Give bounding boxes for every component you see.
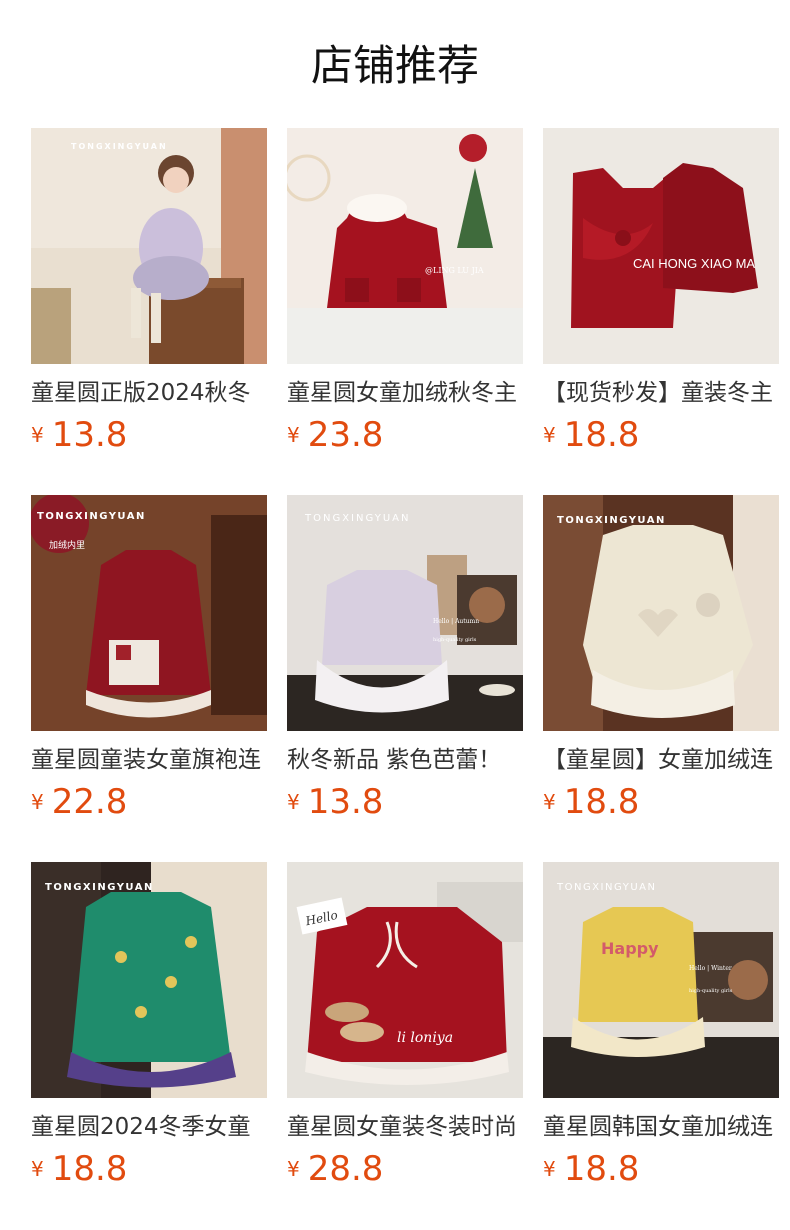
product-card[interactable]: TONGXINGYUAN 【童星圆】女童加绒连 ¥18.8 (543, 495, 779, 835)
image-watermark: TONGXINGYUAN (45, 882, 154, 893)
price-value: 18.8 (51, 1149, 128, 1189)
image-watermark: TONGXINGYUAN (557, 515, 666, 526)
currency-symbol: ¥ (287, 423, 300, 447)
currency-symbol: ¥ (543, 423, 556, 447)
product-price: ¥18.8 (543, 780, 639, 824)
image-caption: Hello | Winter (689, 965, 732, 972)
product-image[interactable]: @LING LU JIA (287, 128, 523, 364)
image-watermark: @LING LU JIA (425, 266, 484, 275)
image-badge-text: 加绒内里 (49, 539, 85, 551)
price-value: 13.8 (51, 415, 128, 455)
currency-symbol: ¥ (543, 1157, 556, 1181)
image-watermark: TONGXINGYUAN (37, 511, 146, 522)
product-image[interactable]: CAI HONG XIAO MA (543, 128, 779, 364)
price-value: 23.8 (307, 415, 384, 455)
product-image[interactable]: TONGXINGYUAN (31, 128, 267, 364)
image-watermark: TONGXINGYUAN (304, 513, 411, 524)
image-watermark: CAI HONG XIAO MA (633, 256, 755, 271)
product-price: ¥13.8 (31, 413, 127, 457)
currency-symbol: ¥ (31, 1157, 44, 1181)
currency-symbol: ¥ (543, 790, 556, 814)
price-value: 28.8 (307, 1149, 384, 1189)
product-image[interactable]: Happy TONGXINGYUAN Hello | Winter high-q… (543, 862, 779, 1098)
price-value: 18.8 (563, 415, 640, 455)
currency-symbol: ¥ (31, 790, 44, 814)
product-image[interactable]: TONGXINGYUAN Hello | Autumn high-quality… (287, 495, 523, 731)
product-image[interactable]: Hello li loniya (287, 862, 523, 1098)
product-image[interactable]: TONGXINGYUAN (543, 495, 779, 731)
product-name[interactable]: 【童星圆】女童加绒连 (543, 743, 779, 777)
image-watermark: TONGXINGYUAN (71, 142, 168, 151)
image-watermark: li loniya (397, 1030, 453, 1046)
product-name[interactable]: 童星圆童装女童旗袍连 (31, 743, 267, 777)
product-card[interactable]: @LING LU JIA 童星圆女童加绒秋冬主 ¥23.8 (287, 128, 523, 468)
product-name[interactable]: 秋冬新品 紫色芭蕾！ (287, 743, 523, 777)
image-caption: high-quality girls (689, 988, 733, 994)
product-image[interactable]: TONGXINGYUAN (31, 862, 267, 1098)
currency-symbol: ¥ (287, 790, 300, 814)
image-watermark: TONGXINGYUAN (556, 882, 657, 893)
product-name[interactable]: 童星圆正版2024秋冬 (31, 376, 267, 410)
product-card[interactable]: TONGXINGYUAN 童星圆正版2024秋冬 ¥13.8 (31, 128, 267, 468)
product-price: ¥22.8 (31, 780, 127, 824)
product-name[interactable]: 童星圆女童装冬装时尚 (287, 1110, 523, 1144)
price-value: 18.8 (563, 782, 640, 822)
product-card[interactable]: TONGXINGYUAN Hello | Autumn high-quality… (287, 495, 523, 835)
product-price: ¥28.8 (287, 1147, 383, 1191)
product-price: ¥18.8 (543, 413, 639, 457)
section-title: 店铺推荐 (310, 41, 479, 90)
product-name[interactable]: 童星圆韩国女童加绒连 (543, 1110, 779, 1144)
product-name[interactable]: 童星圆女童加绒秋冬主 (287, 376, 523, 410)
price-value: 13.8 (307, 782, 384, 822)
image-caption: Hello | Autumn (433, 618, 479, 625)
product-card[interactable]: Happy TONGXINGYUAN Hello | Winter high-q… (543, 862, 779, 1202)
product-price: ¥18.8 (543, 1147, 639, 1191)
product-card[interactable]: TONGXINGYUAN 加绒内里 童星圆童装女童旗袍连 ¥22.8 (31, 495, 267, 835)
currency-symbol: ¥ (31, 423, 44, 447)
currency-symbol: ¥ (287, 1157, 300, 1181)
product-name[interactable]: 童星圆2024冬季女童 (31, 1110, 267, 1144)
product-card[interactable]: Hello li loniya 童星圆女童装冬装时尚 ¥28.8 (287, 862, 523, 1202)
price-value: 22.8 (51, 782, 128, 822)
product-price: ¥18.8 (31, 1147, 127, 1191)
price-value: 18.8 (563, 1149, 640, 1189)
product-card[interactable]: TONGXINGYUAN 童星圆2024冬季女童 ¥18.8 (31, 862, 267, 1202)
product-card[interactable]: CAI HONG XIAO MA 【现货秒发】童装冬主 ¥18.8 (543, 128, 779, 468)
image-caption: high-quality girls (433, 637, 477, 643)
product-price: ¥23.8 (287, 413, 383, 457)
image-print-text: Happy (601, 939, 659, 958)
product-image[interactable]: TONGXINGYUAN 加绒内里 (31, 495, 267, 731)
product-price: ¥13.8 (287, 780, 383, 824)
product-name[interactable]: 【现货秒发】童装冬主 (543, 376, 779, 410)
